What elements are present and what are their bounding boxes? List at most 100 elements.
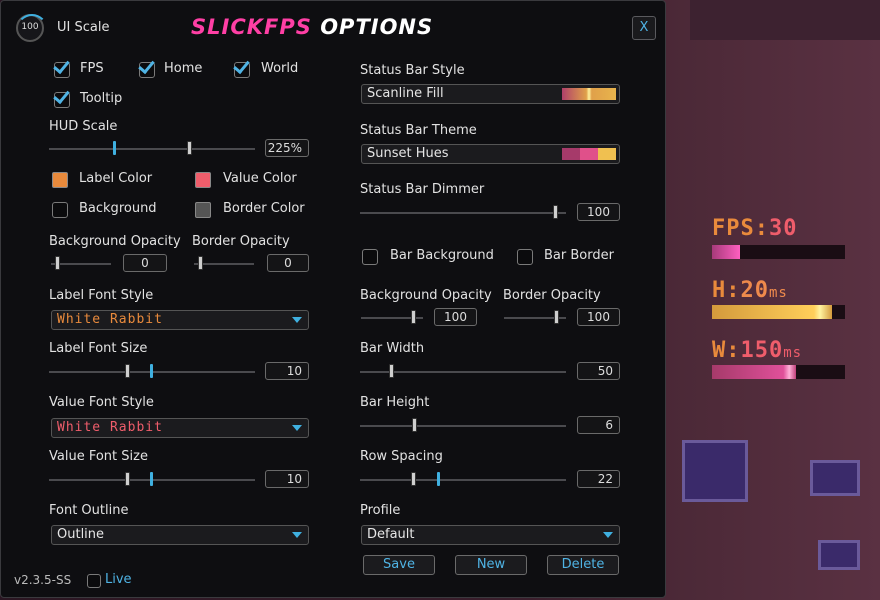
- ui-scale-value: 100: [21, 22, 39, 32]
- status-bar-dimmer-slider[interactable]: [553, 205, 558, 219]
- background-frame-left: [682, 440, 748, 502]
- value-font-size-marker: [150, 472, 153, 486]
- hud-world-bar: [712, 365, 845, 379]
- home-checkbox[interactable]: [139, 62, 155, 78]
- profile-dropdown[interactable]: Default: [361, 525, 620, 545]
- fps-checkbox-label: FPS: [80, 61, 104, 76]
- font-outline-label: Font Outline: [49, 503, 129, 518]
- bar-bg-opacity-slider[interactable]: [411, 310, 416, 324]
- value-font-size-slider[interactable]: [125, 472, 130, 486]
- status-bar-dimmer-track: [360, 212, 566, 214]
- chevron-down-icon: [603, 532, 613, 538]
- live-checkbox[interactable]: [87, 574, 101, 588]
- bar-height-track: [360, 425, 566, 427]
- close-button[interactable]: X: [632, 16, 656, 40]
- tooltip-checkbox[interactable]: [54, 92, 70, 108]
- bar-height-value[interactable]: 6: [577, 416, 620, 434]
- home-checkbox-label: Home: [164, 61, 203, 76]
- label-font-style-dropdown[interactable]: White Rabbit: [51, 310, 309, 330]
- hud-world-label: W:: [712, 338, 741, 363]
- bar-border-checkbox[interactable]: [517, 249, 533, 265]
- window-title: SLICKFPS OPTIONS: [191, 15, 433, 39]
- bar-bg-opacity-value[interactable]: 100: [434, 308, 477, 326]
- chevron-down-icon: [292, 532, 302, 538]
- status-bar-theme-dropdown[interactable]: Sunset Hues: [361, 144, 620, 164]
- label-font-size-slider[interactable]: [125, 364, 130, 378]
- bar-height-slider[interactable]: [412, 418, 417, 432]
- value-font-style-dropdown[interactable]: White Rabbit: [51, 418, 309, 438]
- label-font-size-value[interactable]: 10: [265, 362, 309, 380]
- status-bar-theme-value: Sunset Hues: [367, 146, 449, 161]
- hud-world-bar-fill: [712, 365, 796, 379]
- border-color-swatch[interactable]: [195, 202, 211, 218]
- bar-width-value[interactable]: 50: [577, 362, 620, 380]
- hud-fps-row: FPS:30: [712, 216, 797, 241]
- live-label: Live: [105, 572, 132, 587]
- hud-home-row: H:20ms: [712, 278, 788, 303]
- label-color-swatch[interactable]: [52, 172, 68, 188]
- tooltip-checkbox-label: Tooltip: [80, 91, 123, 106]
- hud-world-value: 150: [740, 338, 784, 363]
- chevron-down-icon: [292, 425, 302, 431]
- row-spacing-slider[interactable]: [411, 472, 416, 486]
- bg-opacity-slider[interactable]: [55, 256, 60, 270]
- ui-scale-label: UI Scale: [57, 20, 110, 35]
- hud-scale-slider[interactable]: [187, 141, 192, 155]
- hud-fps-bar: [712, 245, 845, 259]
- hud-home-unit: ms: [769, 285, 788, 301]
- background-frame-small: [818, 540, 860, 570]
- background-arch: [690, 0, 880, 40]
- bar-border-opacity-value[interactable]: 100: [577, 308, 620, 326]
- bar-width-slider[interactable]: [389, 364, 394, 378]
- border-opacity-track: [194, 263, 254, 265]
- bar-background-label: Bar Background: [390, 248, 494, 263]
- hud-world-unit: ms: [783, 345, 803, 361]
- fps-checkbox[interactable]: [54, 62, 70, 78]
- chevron-down-icon: [292, 317, 302, 323]
- delete-button[interactable]: Delete: [547, 555, 619, 575]
- background-checkbox[interactable]: [52, 202, 68, 218]
- status-bar-style-value: Scanline Fill: [367, 86, 444, 101]
- new-button[interactable]: New: [455, 555, 527, 575]
- value-font-style-value: White Rabbit: [57, 420, 163, 435]
- options-panel: 100 UI Scale SLICKFPS OPTIONS X FPS Home…: [0, 0, 666, 598]
- profile-value: Default: [367, 527, 415, 542]
- value-font-size-label: Value Font Size: [49, 449, 148, 464]
- status-bar-style-label: Status Bar Style: [360, 63, 465, 78]
- bg-opacity-value[interactable]: 0: [123, 254, 167, 272]
- profile-label: Profile: [360, 503, 401, 518]
- row-spacing-value[interactable]: 22: [577, 470, 620, 488]
- border-opacity-slider[interactable]: [198, 256, 203, 270]
- value-color-label: Value Color: [223, 171, 297, 186]
- bar-background-checkbox[interactable]: [362, 249, 378, 265]
- status-bar-style-dropdown[interactable]: Scanline Fill: [361, 84, 620, 104]
- bar-border-opacity-label: Border Opacity: [503, 288, 601, 303]
- world-checkbox-label: World: [261, 61, 299, 76]
- value-color-swatch[interactable]: [195, 172, 211, 188]
- status-bar-theme-label: Status Bar Theme: [360, 123, 477, 138]
- label-color-label: Label Color: [79, 171, 153, 186]
- bar-bg-opacity-label: Background Opacity: [360, 288, 492, 303]
- bar-border-opacity-slider[interactable]: [554, 310, 559, 324]
- status-bar-dimmer-value[interactable]: 100: [577, 203, 620, 221]
- ui-scale-dial[interactable]: 100: [16, 14, 48, 42]
- border-opacity-label: Border Opacity: [192, 234, 290, 249]
- status-bar-theme-preview: [562, 148, 616, 160]
- save-button[interactable]: Save: [363, 555, 435, 575]
- hud-scale-track: [49, 148, 255, 150]
- hud-scale-value[interactable]: 225%: [265, 139, 309, 157]
- bar-height-label: Bar Height: [360, 395, 430, 410]
- version-label: v2.3.5-SS: [14, 573, 72, 587]
- world-checkbox[interactable]: [234, 62, 250, 78]
- value-font-style-label: Value Font Style: [49, 395, 154, 410]
- hud-world-row: W:150ms: [712, 338, 802, 363]
- border-opacity-value[interactable]: 0: [267, 254, 309, 272]
- hud-scale-marker: [113, 141, 116, 155]
- title-fps: FPS: [264, 15, 312, 39]
- value-font-size-value[interactable]: 10: [265, 470, 309, 488]
- bg-opacity-track: [51, 263, 111, 265]
- font-outline-value: Outline: [57, 527, 105, 542]
- label-font-size-marker: [150, 364, 153, 378]
- label-font-style-label: Label Font Style: [49, 288, 154, 303]
- font-outline-dropdown[interactable]: Outline: [51, 525, 309, 545]
